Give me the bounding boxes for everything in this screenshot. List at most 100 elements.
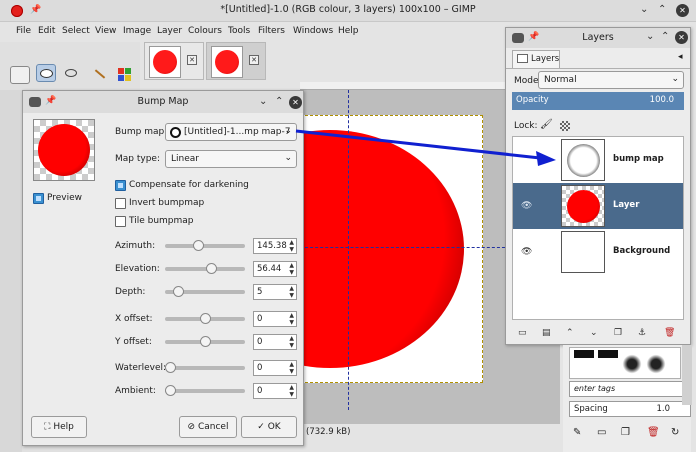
slider-knob[interactable] — [192, 240, 204, 251]
bump-map-select[interactable]: [Untitled]-1...mp map-7 ⌄ — [165, 123, 297, 141]
depth-spinbox[interactable]: 5 ▲ ▼ — [253, 284, 297, 300]
spacing-slider[interactable]: Spacing 1.0 — [569, 401, 691, 417]
close-tab-icon[interactable]: ✕ — [187, 55, 197, 65]
menu-colours[interactable]: Colours — [188, 26, 222, 36]
refresh-brushes-icon[interactable]: ↻ — [671, 427, 679, 438]
image-tab-2[interactable]: ✕ — [206, 42, 266, 80]
slider-knob[interactable] — [165, 362, 176, 373]
lock-alpha-icon[interactable] — [560, 121, 570, 131]
slider-knob[interactable] — [173, 286, 185, 297]
menu-edit[interactable]: Edit — [38, 26, 55, 36]
menu-tools[interactable]: Tools — [228, 26, 250, 36]
menu-help[interactable]: Help — [338, 26, 359, 36]
vertical-guide[interactable] — [348, 90, 349, 410]
image-tab-1[interactable]: ✕ — [144, 42, 204, 80]
elevation-slider[interactable] — [165, 263, 245, 274]
maximize-icon[interactable]: ⌃ — [661, 31, 669, 42]
raise-layer-icon[interactable]: ⌃ — [566, 328, 574, 338]
brush-splatter[interactable] — [646, 352, 666, 376]
x-offset-spinbox[interactable]: 0 ▲ ▼ — [253, 311, 297, 327]
delete-layer-icon[interactable]: 🗑 — [664, 328, 675, 338]
spin-arrows-icon[interactable]: ▲ ▼ — [289, 239, 294, 253]
x-offset-slider[interactable] — [165, 313, 245, 324]
invert-bumpmap-checkbox[interactable] — [115, 198, 126, 209]
depth-slider[interactable] — [165, 286, 245, 297]
new-layer-icon[interactable]: ▭ — [518, 328, 527, 338]
help-button[interactable]: ⛶ Help — [31, 416, 87, 438]
menu-view[interactable]: View — [95, 26, 116, 36]
eye-icon[interactable]: 👁 — [521, 201, 532, 211]
duplicate-layer-icon[interactable]: ❐ — [614, 328, 622, 338]
slider-knob[interactable] — [199, 336, 211, 347]
spin-arrows-icon[interactable]: ▲ ▼ — [289, 335, 294, 349]
ambient-slider[interactable] — [165, 385, 245, 396]
new-layer-group-icon[interactable]: ▤ — [542, 328, 551, 338]
menu-layer[interactable]: Layer — [157, 26, 182, 36]
menu-filters[interactable]: Filters — [258, 26, 285, 36]
brush-splatter[interactable] — [622, 352, 642, 376]
brushes-dock: enter tags Spacing 1.0 ✎ ▭ ❐ 🗑 ↻ — [563, 345, 691, 452]
rect-select-tool-icon[interactable] — [10, 66, 30, 84]
spin-arrows-icon[interactable]: ▲ ▼ — [289, 285, 294, 299]
minimize-icon[interactable]: ⌄ — [640, 4, 648, 15]
close-tab-icon[interactable]: ✕ — [249, 55, 259, 65]
cancel-button[interactable]: ⊘ Cancel — [179, 416, 237, 438]
lasso-tool-icon[interactable] — [62, 66, 82, 84]
spin-arrows-icon[interactable]: ▲ ▼ — [289, 312, 294, 326]
horizontal-guide[interactable] — [300, 247, 510, 248]
eye-icon[interactable]: 👁 — [521, 247, 532, 257]
close-dialog-button[interactable]: ✕ — [289, 96, 302, 109]
duplicate-brush-icon[interactable]: ❐ — [621, 427, 630, 438]
compensate-checkbox[interactable] — [115, 180, 126, 191]
map-type-select[interactable]: Linear ⌄ — [165, 150, 297, 168]
new-brush-icon[interactable]: ▭ — [597, 427, 606, 438]
anchor-layer-icon[interactable]: ⚓ — [638, 328, 646, 338]
spin-arrows-icon[interactable]: ▲ ▼ — [289, 262, 294, 276]
menu-select[interactable]: Select — [62, 26, 90, 36]
mode-select[interactable]: Normal ⌄ — [538, 71, 684, 89]
slider-knob[interactable] — [206, 263, 218, 274]
close-dock-button[interactable]: ✕ — [675, 31, 688, 44]
edit-brush-icon[interactable]: ✎ — [573, 427, 581, 438]
close-window-button[interactable]: ✕ — [676, 4, 689, 17]
maximize-icon[interactable]: ⌃ — [658, 4, 666, 15]
layers-dock: 📌 Layers ⌄ ⌃ ✕ Layers ◂ Mode: Normal ⌄ O… — [505, 27, 691, 345]
ok-button[interactable]: ✓ OK — [241, 416, 297, 438]
lock-pixels-icon[interactable]: 🖌 — [540, 119, 553, 130]
menu-windows[interactable]: Windows — [293, 26, 333, 36]
spin-arrows-icon[interactable]: ▲ ▼ — [289, 361, 294, 375]
delete-brush-icon[interactable]: 🗑 — [647, 427, 660, 438]
preview-checkbox[interactable] — [33, 193, 44, 204]
y-offset-spinbox[interactable]: 0 ▲ ▼ — [253, 334, 297, 350]
dock-scrollbar[interactable] — [682, 345, 692, 405]
waterlevel-slider[interactable] — [165, 362, 245, 373]
elevation-spinbox[interactable]: 56.44 ▲ ▼ — [253, 261, 297, 277]
menu-image[interactable]: Image — [123, 26, 151, 36]
minimize-icon[interactable]: ⌄ — [646, 31, 654, 42]
azimuth-spinbox[interactable]: 145.38 ▲ ▼ — [253, 238, 297, 254]
layer-row-background[interactable]: 👁 Background — [513, 229, 683, 275]
slider-knob[interactable] — [199, 313, 211, 324]
opacity-slider[interactable]: Opacity 100.0 — [512, 92, 684, 110]
tab-layers[interactable]: Layers — [512, 50, 560, 68]
waterlevel-spinbox[interactable]: 0 ▲ ▼ — [253, 360, 297, 376]
ellipse-select-tool-icon[interactable] — [36, 64, 56, 82]
tile-bumpmap-checkbox[interactable] — [115, 216, 126, 227]
y-offset-slider[interactable] — [165, 336, 245, 347]
spin-arrows-icon[interactable]: ▲ ▼ — [289, 384, 294, 398]
minimize-icon[interactable]: ⌄ — [259, 96, 267, 107]
azimuth-slider[interactable] — [165, 240, 245, 251]
maximize-icon[interactable]: ⌃ — [275, 96, 283, 107]
fuzzy-select-tool-icon[interactable] — [90, 66, 110, 84]
tags-input[interactable]: enter tags — [569, 381, 689, 397]
select-by-color-tool-icon[interactable] — [116, 66, 136, 84]
slider-knob[interactable] — [165, 385, 176, 396]
layer-row-layer[interactable]: 👁 Layer — [513, 183, 683, 229]
lower-layer-icon[interactable]: ⌄ — [590, 328, 598, 338]
brush-hardness-block[interactable] — [574, 350, 594, 358]
tab-menu-icon[interactable]: ◂ — [678, 52, 683, 62]
menu-file[interactable]: File — [16, 26, 31, 36]
layer-row-bump-map[interactable]: bump map — [513, 137, 683, 183]
ambient-spinbox[interactable]: 0 ▲ ▼ — [253, 383, 297, 399]
brush-hardness-block[interactable] — [598, 350, 618, 358]
